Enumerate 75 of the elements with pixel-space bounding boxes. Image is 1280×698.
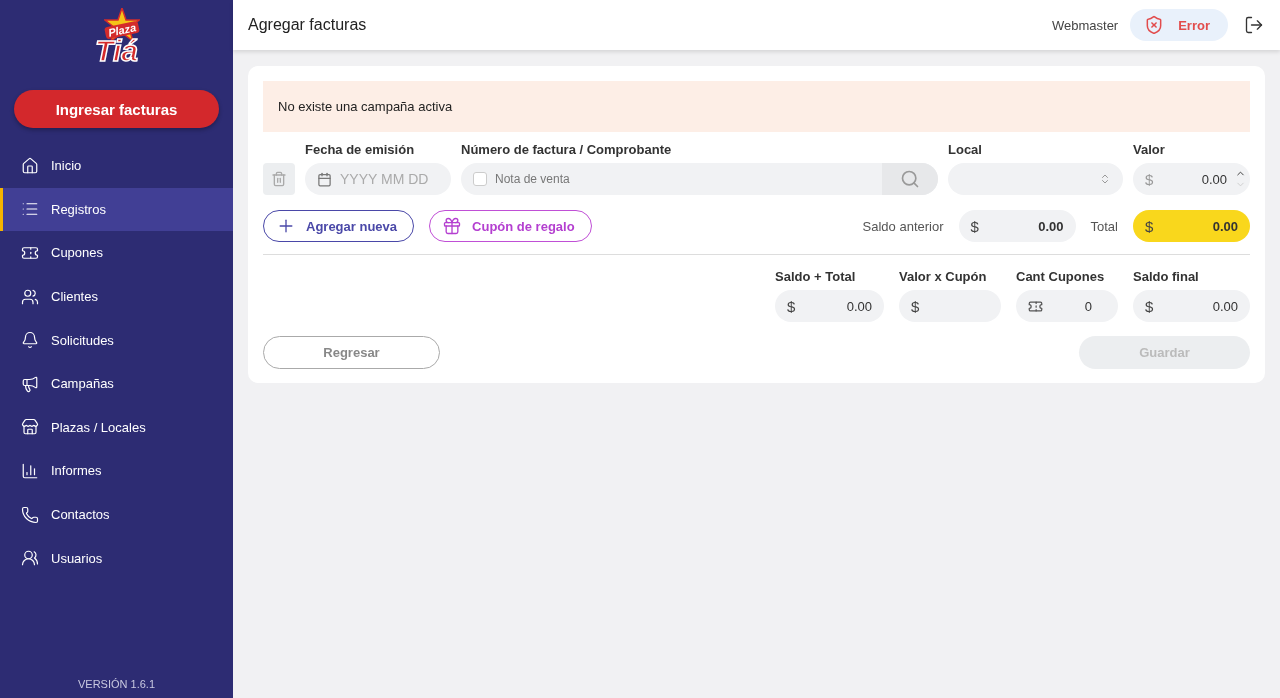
search-button[interactable] <box>882 163 938 195</box>
search-icon <box>900 169 920 189</box>
nav-label: Plazas / Locales <box>51 419 146 435</box>
summary-value: 0 <box>1084 298 1092 314</box>
currency-sign: $ <box>1145 297 1154 315</box>
field-label: Valor x Cupón <box>899 269 988 284</box>
nav-label: Usuarios <box>51 550 103 566</box>
alert-message: No existe una campaña activa <box>263 81 1250 132</box>
valor-value: 0.00 <box>1201 171 1227 187</box>
nav-label: Contactos <box>51 507 110 523</box>
nav-item[interactable]: Cupones <box>0 231 233 275</box>
nav-item[interactable]: Campañas <box>0 361 233 406</box>
trash-icon <box>271 171 287 187</box>
nav-item[interactable]: Informes <box>0 449 233 493</box>
nav-label: Clientes <box>51 289 98 305</box>
field-label: Fecha de emisión <box>305 142 416 157</box>
total-label: Saldo anterior <box>862 218 944 234</box>
home-icon <box>21 156 39 175</box>
ingresar-button[interactable]: Ingresar facturas <box>14 90 219 128</box>
nav-item[interactable]: Clientes <box>0 274 233 319</box>
checkbox[interactable] <box>473 172 487 186</box>
currency-sign: $ <box>787 297 796 315</box>
field-label: Saldo + Total <box>775 269 857 284</box>
nav-label: Campañas <box>51 376 114 392</box>
delete-button[interactable] <box>263 163 295 195</box>
gift-icon <box>442 216 463 236</box>
date-placeholder: YYYY MM DD <box>340 171 429 187</box>
nav-item[interactable]: Contactos <box>0 492 233 537</box>
total-label: Total <box>1090 218 1118 234</box>
nav-item[interactable]: Usuarios <box>0 536 233 580</box>
field-label: Valor <box>1133 142 1166 157</box>
currency-sign: $ <box>1145 170 1154 188</box>
currency-sign: $ <box>1145 217 1154 235</box>
currency-sign: $ <box>911 297 920 315</box>
version-text: VERSIÓN 1.6.1 <box>76 678 156 690</box>
status-label: Error <box>1178 17 1210 33</box>
logout-icon[interactable] <box>1244 15 1264 35</box>
total-value: 0.00 <box>1038 218 1064 234</box>
field-label: Saldo final <box>1133 269 1200 284</box>
summary-value: 0.00 <box>846 298 872 314</box>
user-name: Webmaster <box>1051 17 1119 33</box>
users-icon <box>21 287 39 306</box>
nav-label: Registros <box>51 201 106 217</box>
bar-chart-icon <box>21 461 39 480</box>
nav-label: Informes <box>51 463 102 479</box>
nav-item[interactable]: Solicitudes <box>0 318 233 362</box>
checkbox-label: Nota de venta <box>495 172 570 186</box>
nav-item[interactable]: Plazas / Locales <box>0 405 233 450</box>
ticket-icon <box>21 244 39 262</box>
currency-sign: $ <box>970 217 979 235</box>
bell-icon <box>21 331 39 350</box>
valor-field[interactable]: $ 0.00 <box>1133 163 1250 195</box>
megaphone-icon <box>21 374 39 393</box>
updown-icon <box>1099 173 1111 185</box>
invoice-number-field[interactable]: Nota de venta <box>461 163 938 195</box>
field-label: Número de factura / Comprobante <box>461 142 673 157</box>
field-label: Cant Cupones <box>1016 269 1106 284</box>
gift-coupon-button[interactable]: Cupón de regalo <box>429 210 592 242</box>
ticket-icon <box>1028 298 1043 314</box>
nav-item[interactable]: Inicio <box>0 144 233 188</box>
calendar-icon <box>317 171 332 187</box>
nav-item[interactable]: Registros <box>0 187 233 232</box>
back-button[interactable]: Regresar <box>263 336 440 369</box>
store-icon <box>21 418 39 437</box>
page-title: Agregar facturas <box>248 16 368 34</box>
summary-value: 0.00 <box>1212 298 1238 314</box>
nav-label: Cupones <box>51 245 104 261</box>
local-select[interactable] <box>948 163 1123 195</box>
phone-icon <box>21 505 39 524</box>
nav-label: Inicio <box>51 158 82 174</box>
users-icon <box>21 549 39 568</box>
add-new-button[interactable]: Agregar nueva <box>263 210 415 242</box>
nav-label: Solicitudes <box>51 332 114 348</box>
total-value: 0.00 <box>1212 218 1238 234</box>
field-label: Local <box>948 142 983 157</box>
